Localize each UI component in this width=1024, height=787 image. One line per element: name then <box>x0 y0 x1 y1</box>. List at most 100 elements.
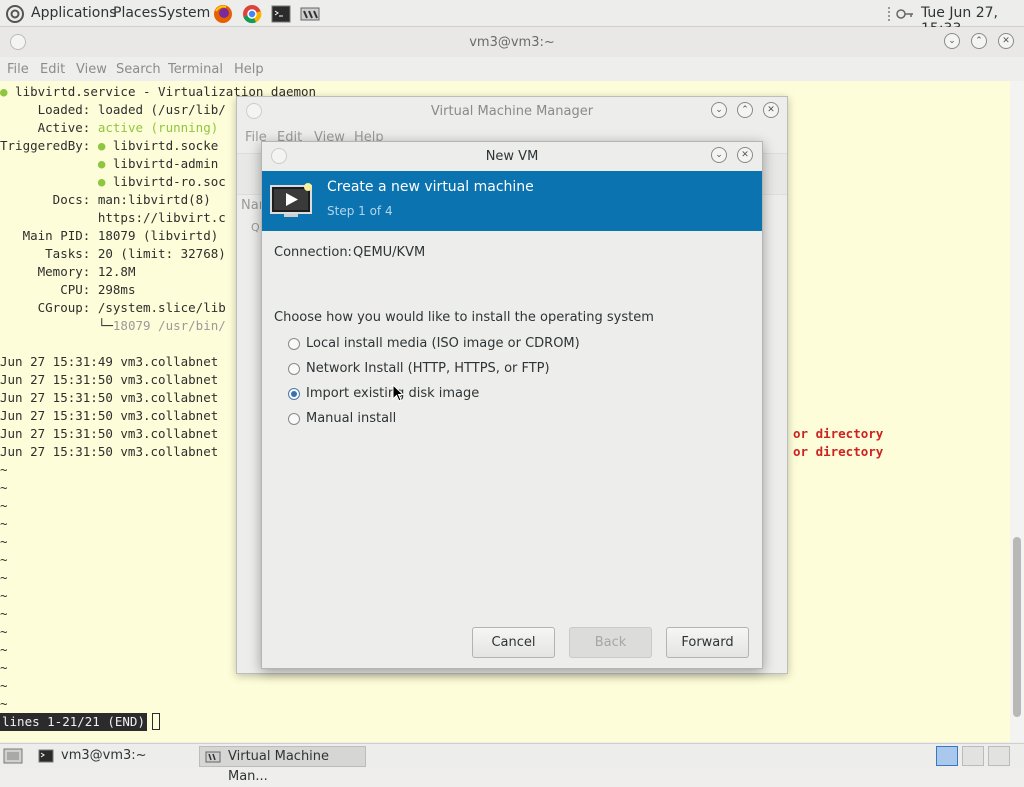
dialog-title: New VM <box>485 149 539 164</box>
terminal-line: Tasks: 20 (limit: 32768) <box>0 246 226 261</box>
terminal-line: Docs: man:libvirtd(8) <box>0 192 211 207</box>
show-desktop-icon[interactable] <box>3 747 23 765</box>
bottom-taskbar: vm3@vm3:~ Virtual Machine Man... <box>0 743 1024 784</box>
terminal-line: Jun 27 15:31:50 vm3.collabnet <box>0 444 219 459</box>
applications-menu[interactable]: Applications <box>31 5 117 21</box>
minimize-button[interactable]: ⌄ <box>944 33 960 49</box>
terminal-titlebar[interactable]: vm3@vm3:~ ⌄ ⌃ ✕ <box>0 27 1024 57</box>
option-local-media-label[interactable]: Local install media (ISO image or CDROM) <box>306 336 580 351</box>
install-prompt: Choose how you would like to install the… <box>274 310 654 325</box>
monitor-play-icon <box>270 183 312 217</box>
terminal-line: Memory: 12.8M <box>0 264 136 279</box>
status-dot-icon: ● <box>0 84 8 99</box>
radio-manual-install[interactable] <box>288 413 300 425</box>
tilde-line: ~ <box>0 606 8 621</box>
wizard-banner: Create a new virtual machine Step 1 of 4 <box>262 171 762 231</box>
terminal-scrollbar[interactable] <box>1010 81 1024 742</box>
dialog-minimize-button[interactable]: ⌄ <box>711 147 727 163</box>
terminal-line: Loaded: loaded (/usr/lib/ <box>0 102 226 117</box>
system-menu[interactable]: System <box>158 5 210 21</box>
terminal-line: Jun 27 15:31:49 vm3.collabnet <box>0 354 219 369</box>
option-manual-install-label[interactable]: Manual install <box>306 411 396 426</box>
terminal-line: https://libvirt.c <box>97 210 226 225</box>
tilde-line: ~ <box>0 696 8 711</box>
tilde-line: ~ <box>0 552 8 567</box>
radio-network-install[interactable] <box>288 363 300 375</box>
workspace-3[interactable] <box>988 746 1010 766</box>
terminal-line: Jun 27 15:31:50 vm3.collabnet <box>0 408 219 423</box>
tilde-line: ~ <box>0 516 8 531</box>
places-menu[interactable]: Places <box>113 5 158 21</box>
vmm-task-icon <box>205 751 221 763</box>
menu-edit[interactable]: Edit <box>40 62 65 77</box>
tilde-line: ~ <box>0 534 8 549</box>
firefox-icon[interactable] <box>212 3 234 25</box>
workspace-2[interactable] <box>962 746 984 766</box>
tilde-line: ~ <box>0 642 8 657</box>
terminal-line: Jun 27 15:31:50 vm3.collabnet <box>0 390 219 405</box>
terminal-line: ● libvirtd-admin <box>97 156 219 171</box>
terminal-cursor <box>152 713 160 730</box>
tilde-line: ~ <box>0 624 8 639</box>
radio-import-disk[interactable] <box>288 388 300 400</box>
network-key-icon[interactable] <box>894 3 916 25</box>
menu-view[interactable]: View <box>76 62 107 77</box>
error-text: or directory <box>793 444 884 459</box>
terminal-menubar: File Edit View Search Terminal Help <box>0 57 1024 81</box>
back-button[interactable]: Back <box>569 627 652 658</box>
terminal-task-icon <box>38 749 54 763</box>
task-terminal-label: vm3@vm3:~ <box>61 748 147 763</box>
radio-local-media[interactable] <box>288 338 300 350</box>
error-text: or directory <box>793 426 884 441</box>
wizard-heading: Create a new virtual machine <box>327 179 534 195</box>
tilde-line: ~ <box>0 678 8 693</box>
forward-button[interactable]: Forward <box>666 627 749 658</box>
tilde-line: ~ <box>0 480 8 495</box>
chrome-icon[interactable] <box>241 3 263 25</box>
terminal-line: CPU: 298ms <box>0 282 136 297</box>
option-network-install-label[interactable]: Network Install (HTTP, HTTPS, or FTP) <box>306 361 550 376</box>
terminal-line: Jun 27 15:31:50 vm3.collabnet <box>0 426 219 441</box>
tilde-line: ~ <box>0 588 8 603</box>
terminal-line: Active: active (running) <box>0 120 219 135</box>
tilde-line: ~ <box>0 570 8 585</box>
wizard-step: Step 1 of 4 <box>327 204 393 218</box>
cancel-button[interactable]: Cancel <box>472 627 555 658</box>
menu-help[interactable]: Help <box>234 62 264 77</box>
terminal-line: Main PID: 18079 (libvirtd) <box>0 228 219 243</box>
terminal-line: CGroup: /system.slice/lib <box>0 300 226 315</box>
menu-search[interactable]: Search <box>116 62 161 77</box>
connection-value: QEMU/KVM <box>353 245 426 260</box>
tilde-line: ~ <box>0 660 8 675</box>
terminal-line: Jun 27 15:31:50 vm3.collabnet <box>0 372 219 387</box>
mouse-cursor-icon <box>392 384 404 402</box>
system-logo-icon[interactable] <box>4 3 26 25</box>
terminal-line: └─18079 /usr/bin/ <box>0 318 226 333</box>
menu-terminal[interactable]: Terminal <box>168 62 223 77</box>
vmm-close-button[interactable]: ✕ <box>763 102 779 118</box>
terminal-line: ● libvirtd-ro.soc <box>97 174 226 189</box>
vmm-row[interactable]: Q <box>251 221 260 234</box>
connection-label: Connection: <box>274 245 352 260</box>
workspace-1[interactable] <box>936 746 958 766</box>
task-terminal[interactable]: vm3@vm3:~ <box>33 746 198 767</box>
new-vm-titlebar[interactable]: New VM ⌄ ✕ <box>262 142 762 171</box>
terminal-icon[interactable] <box>270 3 292 25</box>
vmm-maximize-button[interactable]: ⌃ <box>737 102 753 118</box>
tilde-line: ~ <box>0 462 8 477</box>
pager-status: lines 1-21/21 (END) <box>0 713 147 731</box>
terminal-line: TriggeredBy: ● libvirtd.socke <box>0 138 219 153</box>
close-button[interactable]: ✕ <box>998 33 1014 49</box>
maximize-button[interactable]: ⌃ <box>971 33 987 49</box>
task-vmm[interactable]: Virtual Machine Man... <box>199 746 366 784</box>
tilde-line: ~ <box>0 498 8 513</box>
top-panel: Applications Places System Tue Jun 27, 1… <box>0 0 1024 37</box>
menu-file[interactable]: File <box>7 62 29 77</box>
vmm-title: Virtual Machine Manager <box>430 104 594 119</box>
vmm-minimize-button[interactable]: ⌄ <box>711 102 727 118</box>
terminal-title: vm3@vm3:~ <box>469 35 555 50</box>
new-vm-dialog[interactable]: New VM ⌄ ✕ Create a new virtual machine … <box>261 141 763 669</box>
scrollbar-thumb[interactable] <box>1013 537 1021 717</box>
dialog-close-button[interactable]: ✕ <box>737 147 753 163</box>
vmm-icon[interactable] <box>299 3 321 25</box>
